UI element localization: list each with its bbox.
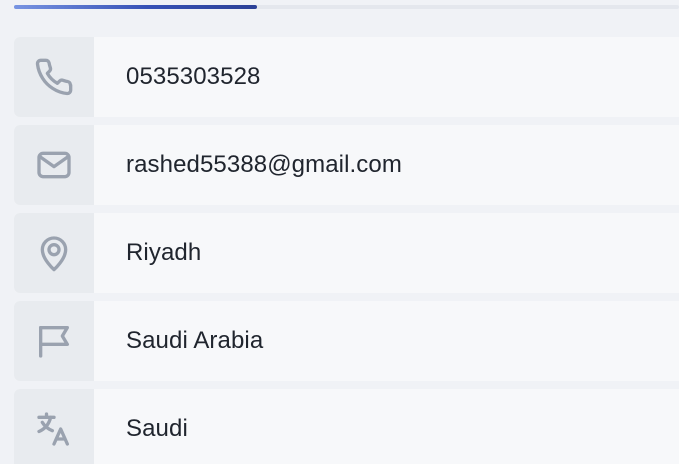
translate-icon — [37, 412, 70, 446]
progress-bar — [14, 5, 679, 9]
progress-bar-fill — [14, 5, 257, 9]
phone-row: 0535303528 — [14, 37, 679, 117]
phone-icon — [35, 58, 73, 96]
language-row: Saudi — [14, 389, 679, 464]
phone-icon-cell — [14, 37, 94, 117]
flag-icon — [39, 326, 70, 358]
language-value: Saudi — [126, 415, 188, 442]
email-value: rashed55388@gmail.com — [126, 151, 402, 178]
profile-contact-panel: 0535303528 rashed55388@gmail.com Riyadh — [0, 0, 679, 464]
location-icon — [40, 236, 68, 272]
country-value: Saudi Arabia — [126, 327, 264, 354]
contact-info-list: 0535303528 rashed55388@gmail.com Riyadh — [14, 37, 679, 464]
mail-icon — [37, 151, 71, 179]
city-row: Riyadh — [14, 213, 679, 293]
phone-value: 0535303528 — [126, 63, 261, 90]
country-row: Saudi Arabia — [14, 301, 679, 381]
location-icon-cell — [14, 213, 94, 293]
mail-icon-cell — [14, 125, 94, 205]
city-value: Riyadh — [126, 239, 202, 266]
translate-icon-cell — [14, 389, 94, 464]
email-row: rashed55388@gmail.com — [14, 125, 679, 205]
flag-icon-cell — [14, 301, 94, 381]
